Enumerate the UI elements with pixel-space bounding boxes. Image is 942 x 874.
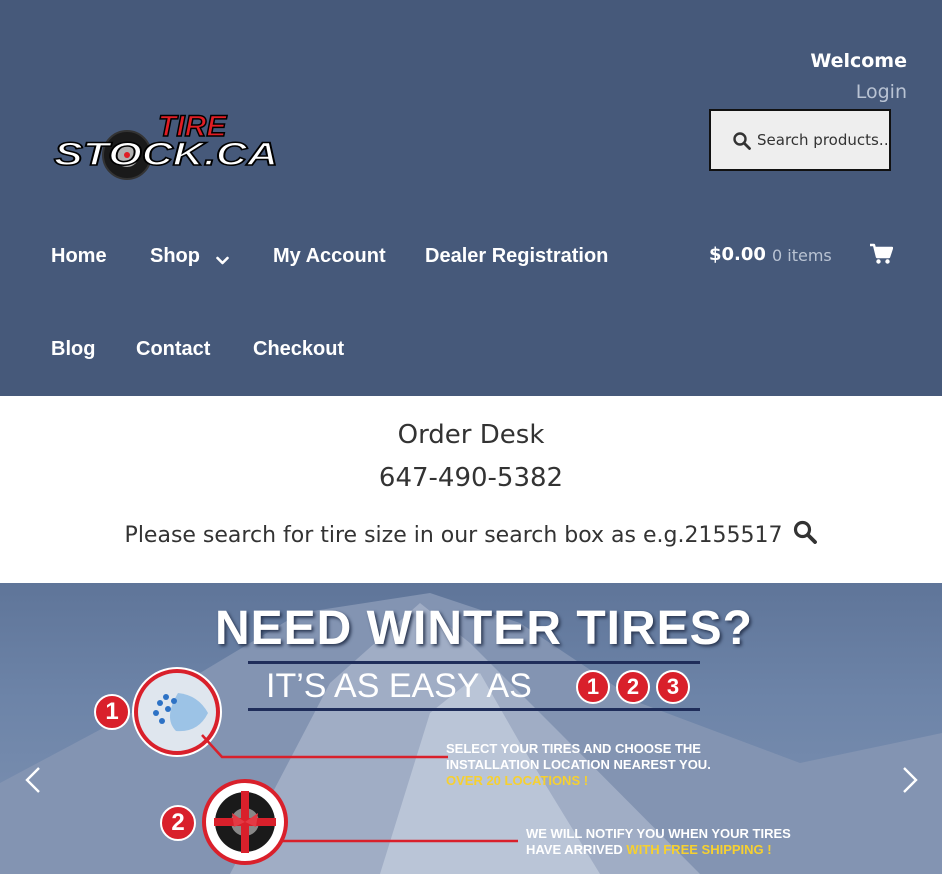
search-icon bbox=[733, 132, 751, 154]
step-number-3: 3 bbox=[656, 670, 690, 704]
step1-connector bbox=[201, 734, 448, 759]
step2-badge: 2 bbox=[160, 805, 196, 841]
logo-graphic: TIRE STOCK.CA bbox=[53, 109, 279, 180]
nav-checkout[interactable]: Checkout bbox=[253, 338, 344, 361]
hero-slider: NEED WINTER TIRES? IT’S AS EASY AS 1 2 3… bbox=[0, 583, 942, 874]
step2-text: WE WILL NOTIFY YOU WHEN YOUR TIRES HAVE … bbox=[526, 826, 791, 858]
cart-icon[interactable] bbox=[869, 243, 894, 269]
step2-line2: HAVE ARRIVED bbox=[526, 842, 623, 857]
divider-top bbox=[248, 661, 700, 664]
step1-text: SELECT YOUR TIRES AND CHOOSE THE INSTALL… bbox=[446, 741, 711, 789]
step1-line2: INSTALLATION LOCATION NEAREST YOU. bbox=[446, 757, 711, 772]
chevron-left-icon[interactable] bbox=[24, 766, 42, 798]
cart-total[interactable]: $0.00 bbox=[709, 244, 766, 265]
nav-home[interactable]: Home bbox=[51, 245, 107, 268]
site-header: TIRE STOCK.CA Welcome Login Home Shop My… bbox=[0, 0, 942, 396]
step-number-2: 2 bbox=[616, 670, 650, 704]
cart-count[interactable]: 0 items bbox=[772, 246, 832, 265]
nav-contact[interactable]: Contact bbox=[136, 338, 210, 361]
divider-bottom bbox=[248, 708, 700, 711]
step1-badge: 1 bbox=[94, 694, 130, 730]
step2-line1: WE WILL NOTIFY YOU WHEN YOUR TIRES bbox=[526, 826, 791, 841]
logo-text-bottom: STOCK.CA bbox=[54, 136, 278, 172]
nav-shop[interactable]: Shop bbox=[150, 245, 200, 268]
site-logo[interactable]: TIRE STOCK.CA bbox=[50, 108, 282, 184]
order-desk-section: Order Desk 647-490-5382 Please search fo… bbox=[0, 396, 942, 583]
order-desk-title: Order Desk bbox=[397, 420, 545, 450]
login-link[interactable]: Login bbox=[740, 81, 907, 103]
search-hint-text: Please search for tire size in our searc… bbox=[124, 523, 783, 548]
chevron-down-icon[interactable] bbox=[216, 251, 229, 270]
step-number-1: 1 bbox=[576, 670, 610, 704]
nav-blog[interactable]: Blog bbox=[51, 338, 95, 361]
order-desk-phone: 647-490-5382 bbox=[378, 463, 564, 493]
step1-line1: SELECT YOUR TIRES AND CHOOSE THE bbox=[446, 741, 701, 756]
search-icon bbox=[793, 520, 818, 550]
chevron-right-icon[interactable] bbox=[901, 766, 919, 798]
nav-my-account[interactable]: My Account bbox=[273, 245, 386, 268]
step2-connector bbox=[280, 839, 518, 843]
search-box[interactable] bbox=[709, 109, 891, 171]
nav-dealer-registration[interactable]: Dealer Registration bbox=[425, 245, 608, 268]
search-hint: Please search for tire size in our searc… bbox=[0, 520, 942, 550]
step1-highlight: OVER 20 LOCATIONS ! bbox=[446, 773, 589, 788]
hero-subheadline: IT’S AS EASY AS bbox=[266, 667, 532, 705]
step2-highlight: WITH FREE SHIPPING ! bbox=[626, 842, 772, 857]
hero-headline: NEED WINTER TIRES? bbox=[214, 602, 753, 655]
welcome-text: Welcome bbox=[810, 50, 907, 72]
gift-tire-icon bbox=[202, 779, 288, 865]
search-input[interactable] bbox=[757, 127, 887, 153]
